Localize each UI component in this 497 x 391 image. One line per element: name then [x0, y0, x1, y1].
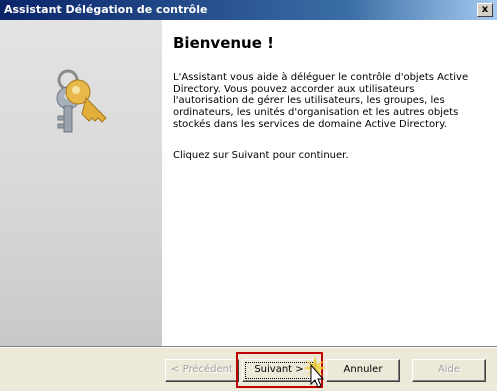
footer-divider-highlight [0, 347, 497, 348]
continue-instruction: Cliquez sur Suivant pour continuer. [173, 150, 349, 161]
help-button[interactable]: Aide [412, 359, 486, 382]
wizard-side-panel [0, 20, 162, 346]
window-title: Assistant Délégation de contrôle [4, 3, 208, 16]
page-title: Bienvenue ! [173, 34, 274, 52]
wizard-content: Bienvenue ! L'Assistant vous aide à délé… [162, 20, 497, 346]
keys-icon [56, 69, 107, 133]
previous-button[interactable]: < Précédent [165, 359, 239, 382]
next-button[interactable]: Suivant > [242, 359, 316, 382]
close-icon: x [481, 4, 489, 15]
close-button[interactable]: x [477, 3, 493, 17]
description-text: L'Assistant vous aide à déléguer le cont… [173, 72, 469, 130]
title-bar: Assistant Délégation de contrôle x [0, 0, 497, 20]
cancel-button[interactable]: Annuler [326, 359, 400, 382]
